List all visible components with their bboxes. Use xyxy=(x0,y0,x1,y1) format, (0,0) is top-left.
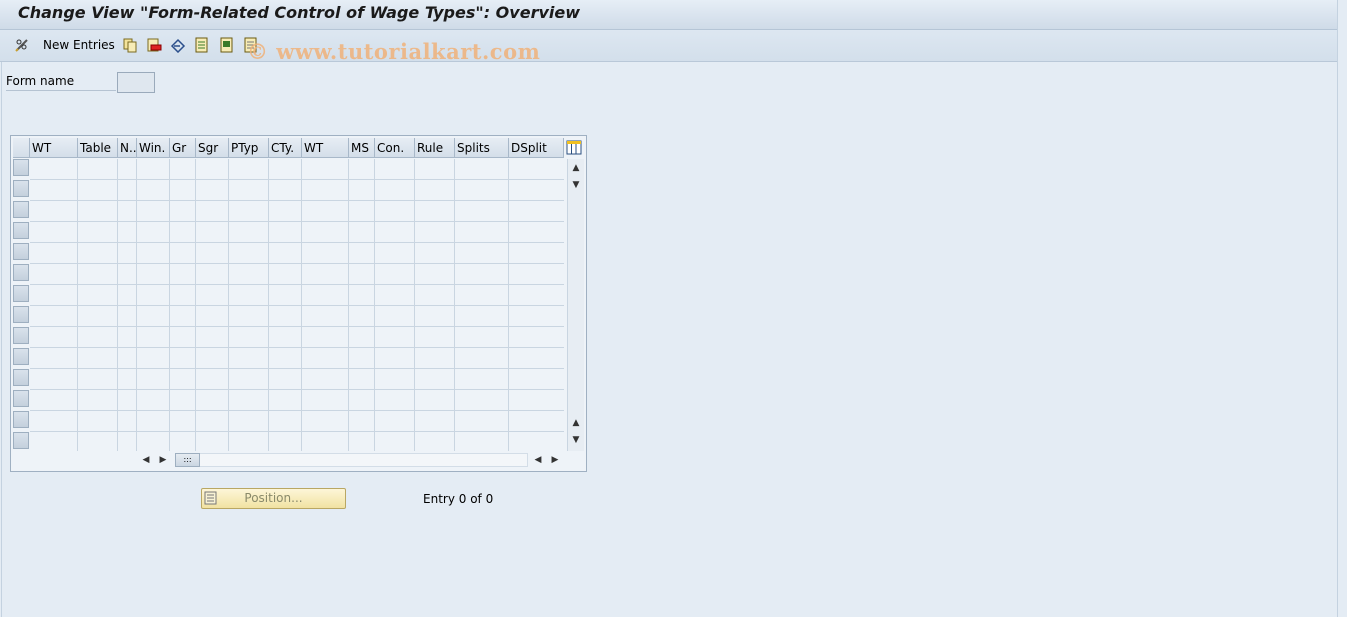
row-selector[interactable] xyxy=(13,369,29,386)
scroll-right-arrow-icon[interactable]: ▶ xyxy=(156,453,170,467)
column-header-cty[interactable]: CTy. xyxy=(269,138,302,158)
column-divider xyxy=(77,159,78,451)
row-selector[interactable] xyxy=(13,159,29,176)
row-selector[interactable] xyxy=(13,180,29,197)
row-divider xyxy=(30,431,564,432)
row-divider xyxy=(30,221,564,222)
scroll-page-up-arrow-icon[interactable]: ▲ xyxy=(569,416,583,430)
position-icon xyxy=(204,491,218,505)
column-header-sgr[interactable]: Sgr xyxy=(196,138,229,158)
column-divider xyxy=(348,159,349,451)
column-header-ptyp[interactable]: PTyp xyxy=(229,138,269,158)
row-divider xyxy=(30,179,564,180)
column-divider xyxy=(136,159,137,451)
row-selector[interactable] xyxy=(13,201,29,218)
row-selector[interactable] xyxy=(13,243,29,260)
horizontal-scroll-thumb[interactable]: ::: xyxy=(175,453,200,467)
window-left-border xyxy=(1,62,2,617)
form-name-label: Form name xyxy=(6,74,116,91)
column-header-table[interactable]: Table xyxy=(78,138,118,158)
column-header-rule[interactable]: Rule xyxy=(415,138,455,158)
title-bar: Change View "Form-Related Control of Wag… xyxy=(0,0,1337,30)
scroll-left-arrow-icon[interactable]: ◀ xyxy=(139,453,153,467)
row-divider xyxy=(30,263,564,264)
row-selector[interactable] xyxy=(13,222,29,239)
row-divider xyxy=(30,326,564,327)
wage-type-table: WT Table N.. Win. Gr Sgr PTyp CTy. WT MS… xyxy=(10,135,587,472)
entry-count: Entry 0 of 0 xyxy=(423,492,494,506)
horizontal-scroll-track[interactable] xyxy=(175,453,528,467)
page-title: Change View "Form-Related Control of Wag… xyxy=(18,3,580,22)
column-divider xyxy=(414,159,415,451)
edit-toggle-icon[interactable] xyxy=(14,37,30,53)
column-header-splits[interactable]: Splits xyxy=(455,138,509,158)
column-divider xyxy=(454,159,455,451)
row-divider xyxy=(30,389,564,390)
scroll-end-right-arrow-icon[interactable]: ▶ xyxy=(548,453,562,467)
position-button-label: Position... xyxy=(244,491,303,505)
row-divider xyxy=(30,347,564,348)
table-settings-icon[interactable] xyxy=(565,138,583,158)
column-divider xyxy=(508,159,509,451)
horizontal-scrollbar[interactable]: ◀ ▶ ::: ◀ ▶ xyxy=(137,452,565,468)
scroll-end-left-arrow-icon[interactable]: ◀ xyxy=(531,453,545,467)
select-all-rows-header[interactable] xyxy=(13,138,30,158)
row-divider xyxy=(30,242,564,243)
column-header-wt[interactable]: WT xyxy=(30,138,78,158)
row-divider xyxy=(30,305,564,306)
select-block-icon[interactable] xyxy=(219,37,235,53)
row-divider xyxy=(30,200,564,201)
row-selector[interactable] xyxy=(13,327,29,344)
column-header-wt-2[interactable]: WT xyxy=(302,138,349,158)
row-selector[interactable] xyxy=(13,411,29,428)
position-button[interactable]: Position... xyxy=(201,488,346,509)
application-toolbar: New Entries xyxy=(0,30,1337,62)
undo-icon[interactable] xyxy=(170,37,186,54)
scroll-down-arrow-icon[interactable]: ▼ xyxy=(569,178,583,192)
column-divider xyxy=(374,159,375,451)
column-divider xyxy=(268,159,269,451)
row-selector[interactable] xyxy=(13,306,29,323)
row-selector[interactable] xyxy=(13,348,29,365)
column-header-con[interactable]: Con. xyxy=(375,138,415,158)
select-all-icon[interactable] xyxy=(194,37,210,53)
column-header-n[interactable]: N.. xyxy=(118,138,137,158)
form-name-input[interactable] xyxy=(117,72,155,93)
row-selector[interactable] xyxy=(13,432,29,449)
new-entries-button[interactable]: New Entries xyxy=(43,38,115,52)
column-divider xyxy=(228,159,229,451)
window-right-border xyxy=(1337,0,1338,617)
row-selector[interactable] xyxy=(13,285,29,302)
row-divider xyxy=(30,284,564,285)
scroll-up-arrow-icon[interactable]: ▲ xyxy=(569,161,583,175)
watermark: © www.tutorialkart.com xyxy=(247,39,541,64)
column-divider xyxy=(117,159,118,451)
row-divider xyxy=(30,368,564,369)
vertical-scrollbar[interactable]: ▲ ▼ ▲ ▼ xyxy=(567,159,584,451)
column-header-dsplit[interactable]: DSplit xyxy=(509,138,564,158)
row-selector[interactable] xyxy=(13,390,29,407)
column-header-win[interactable]: Win. xyxy=(137,138,170,158)
row-divider xyxy=(30,410,564,411)
scroll-page-down-arrow-icon[interactable]: ▼ xyxy=(569,433,583,447)
delete-icon[interactable] xyxy=(146,37,162,53)
column-divider xyxy=(195,159,196,451)
column-divider xyxy=(169,159,170,451)
copy-icon[interactable] xyxy=(122,37,138,53)
row-selector[interactable] xyxy=(13,264,29,281)
column-divider xyxy=(301,159,302,451)
column-header-ms[interactable]: MS xyxy=(349,138,375,158)
column-header-gr[interactable]: Gr xyxy=(170,138,196,158)
